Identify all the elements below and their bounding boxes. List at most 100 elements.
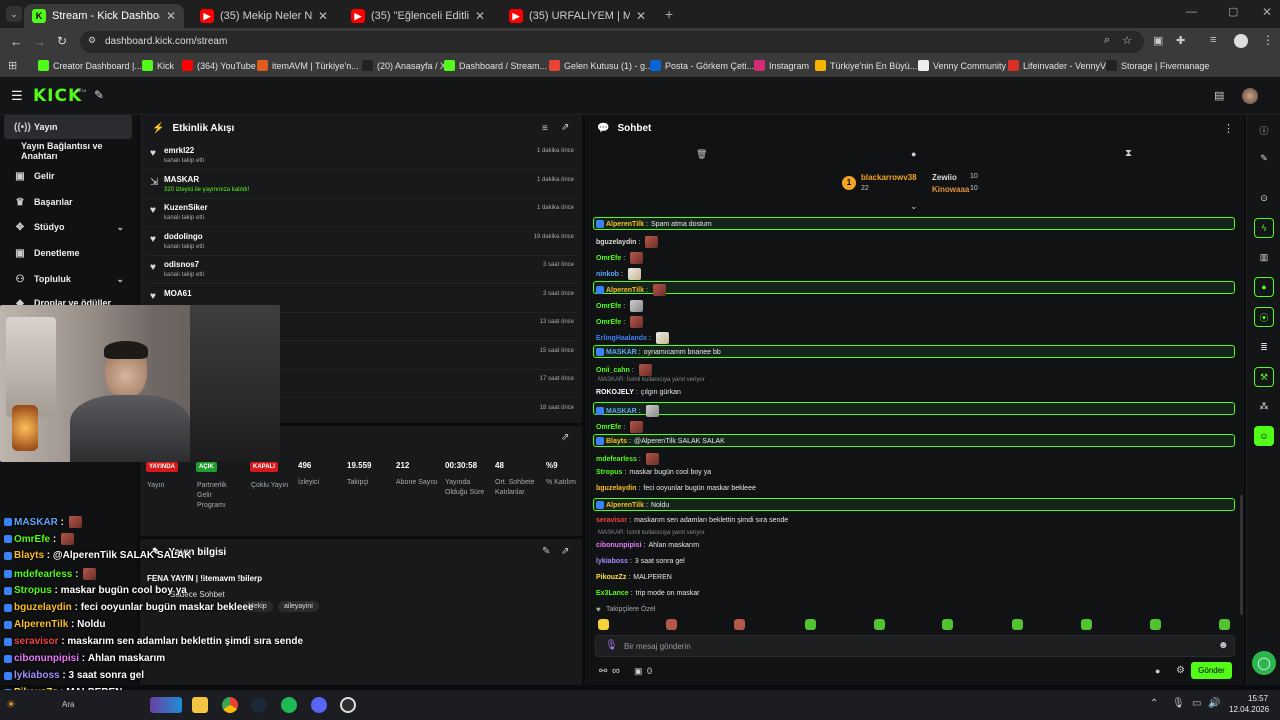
bookmark-item[interactable]: (364) YouTube [182, 60, 256, 71]
quick-emote-icon[interactable] [1150, 619, 1161, 630]
chat-username[interactable]: OmrEfe [596, 303, 621, 310]
activity-user[interactable]: dodolingo [164, 232, 203, 241]
kick-logo[interactable]: KICK [33, 86, 82, 106]
tab-close-icon[interactable]: ✕ [166, 9, 176, 23]
bookmark-item[interactable]: Storage | Fivemanage [1106, 60, 1209, 71]
chat-menu-icon[interactable]: ⋮ [1223, 122, 1234, 135]
bookmark-item[interactable]: Creator Dashboard |... [38, 60, 142, 71]
back-icon[interactable]: ← [10, 34, 23, 49]
browser-menu-icon[interactable]: ⋮ [1262, 33, 1274, 47]
target-icon[interactable]: ⊙ [1254, 188, 1274, 208]
sidebar-item[interactable]: Yayın Bağlantısı ve Anahtarı [4, 139, 136, 163]
chrome-icon[interactable] [222, 697, 238, 713]
chat-username[interactable]: MASKAR [606, 349, 637, 356]
info-icon[interactable]: ⓘ [1254, 120, 1274, 140]
chat-username[interactable]: OmrEfe [596, 255, 621, 262]
chat-username[interactable]: PikouzZz [596, 574, 626, 581]
sidebar-item[interactable]: ▣ Denetleme [4, 241, 132, 265]
quick-emote-icon[interactable] [805, 619, 816, 630]
emoji-icon[interactable]: ☻ [1218, 640, 1229, 651]
stats-popout-icon[interactable]: ⇗ [561, 432, 569, 443]
bookmark-item[interactable]: Türkiye'nin En Büyü... [815, 60, 917, 71]
mic-tray-icon[interactable]: 🎙 [1172, 698, 1185, 709]
info-popout-icon[interactable]: ⇗ [561, 546, 569, 557]
quick-emote-icon[interactable] [874, 619, 885, 630]
sidebar-item[interactable]: ((•)) Yayın [4, 115, 132, 139]
tag-chip[interactable]: aileyayini [278, 601, 319, 612]
widgets-app-icon[interactable] [150, 697, 182, 713]
chat-username[interactable]: seravisor [596, 517, 627, 524]
browser-tab[interactable]: ▶ (35) Mekip Neler Neler 62.Bölü ✕ [192, 4, 336, 28]
activity-user[interactable]: odisnos7 [164, 260, 199, 269]
steam-icon[interactable] [251, 697, 267, 713]
clock-time[interactable]: 15:57 [1248, 694, 1268, 703]
reading-list-icon[interactable]: ≡ [1210, 34, 1216, 46]
url-bar[interactable]: ⚙ dashboard.kick.com/stream ⌕ ☆ [80, 31, 1144, 53]
maximize-button[interactable]: ▢ [1228, 5, 1238, 18]
quick-emote-icon[interactable] [734, 619, 745, 630]
chat-tool-icon[interactable]: ● [1254, 277, 1274, 297]
bot-icon[interactable]: ☺ [1254, 426, 1274, 446]
quick-emote-icon[interactable] [1219, 619, 1230, 630]
browser-tab[interactable]: ▶ (35) "Eğlenceli Editli Video" Kic ✕ [343, 4, 493, 28]
chat-username[interactable]: OmrEfe [596, 424, 621, 431]
discord-icon[interactable] [311, 697, 327, 713]
reload-icon[interactable]: ↻ [57, 34, 67, 48]
sidebar-item[interactable]: ▣ Gelir [4, 164, 132, 188]
chat-username[interactable]: Ex3Lance [596, 590, 629, 597]
bookmark-item[interactable]: Instagram [754, 60, 809, 71]
chat-username[interactable]: lykiaboss [596, 558, 628, 565]
hamburger-menu-icon[interactable]: ☰ [11, 88, 23, 104]
apps-grid-icon[interactable]: ⊞ [8, 59, 17, 72]
bookmark-item[interactable]: Dashboard / Stream... [444, 60, 547, 71]
new-tab-button[interactable]: + [665, 6, 673, 22]
broadcast-tool-icon[interactable]: ⦿ [1254, 307, 1274, 327]
trash-icon[interactable]: 🗑 [696, 149, 707, 160]
send-button[interactable]: Gönder [1191, 662, 1232, 679]
leaderboard-name[interactable]: Kinowaaa [932, 185, 969, 194]
leaderboard-name[interactable]: Zewiio [932, 173, 957, 182]
bookmark-item[interactable]: Kick [142, 60, 174, 71]
chat-username[interactable]: OmrEfe [596, 319, 621, 326]
quick-emote-icon[interactable] [942, 619, 953, 630]
chat-username[interactable]: MASKAR [606, 408, 637, 415]
wallet-icon[interactable]: ▤ [1214, 89, 1224, 102]
tab-close-icon[interactable]: ✕ [636, 9, 646, 23]
chat-username[interactable]: mdefearless [596, 456, 637, 463]
close-window-button[interactable]: ✕ [1262, 5, 1272, 19]
bookmark-item[interactable]: (20) Anasayfa / X [362, 60, 446, 71]
bookmark-item[interactable]: Lifeinvader - VennyV [1008, 60, 1106, 71]
zoom-icon[interactable]: ⌕ [1104, 34, 1110, 47]
chat-username[interactable]: ROKOJELY [596, 389, 634, 396]
mic-icon[interactable]: 🎙 [605, 640, 618, 651]
chat-username[interactable]: Onii_cahn [596, 367, 630, 374]
bookmark-item[interactable]: Gelen Kutusu (1) - g... [549, 60, 653, 71]
browser-tab[interactable]: K Stream - Kick Dashboard ✕ [24, 4, 184, 28]
volume-icon[interactable]: 🔊 [1208, 698, 1220, 709]
sidebar-item[interactable]: ♛ Başarılar [4, 190, 132, 214]
tab-search-icon[interactable]: ⌄ [6, 6, 22, 22]
pin-icon[interactable]: ✎ [94, 88, 104, 102]
user-avatar[interactable] [1242, 88, 1258, 104]
weather-icon[interactable]: ☀ [6, 698, 16, 711]
spotify-icon[interactable] [281, 697, 297, 713]
chat-username[interactable]: AlperenTilk [606, 287, 644, 294]
scrollbar[interactable] [1240, 495, 1243, 615]
nodes-icon[interactable]: ⁂ [1254, 396, 1274, 416]
note-icon[interactable]: ▥ [1254, 247, 1274, 267]
quick-emote-icon[interactable] [1081, 619, 1092, 630]
taskbar-search-label[interactable]: Ara [62, 700, 74, 709]
chat-input[interactable]: 🎙 Bir mesaj gönderin ☻ [595, 635, 1235, 657]
timer-icon[interactable]: ▣ [634, 666, 643, 677]
support-chat-icon[interactable]: ◯ [1252, 651, 1276, 675]
bookmark-item[interactable]: Venny Community [918, 60, 1006, 71]
extension-icon[interactable]: ▣ [1153, 34, 1163, 47]
activity-user[interactable]: MASKAR [164, 175, 199, 184]
tab-close-icon[interactable]: ✕ [318, 9, 328, 23]
activity-user[interactable]: emrkl22 [164, 146, 194, 155]
clock-date[interactable]: 12.04.2026 [1229, 705, 1269, 714]
bookmark-item[interactable]: itemAVM | Türkiye'n... [257, 60, 359, 71]
pen-icon[interactable]: ✎ [1254, 148, 1274, 168]
quick-emote-icon[interactable] [598, 619, 609, 630]
activity-user[interactable]: MOA61 [164, 289, 192, 298]
